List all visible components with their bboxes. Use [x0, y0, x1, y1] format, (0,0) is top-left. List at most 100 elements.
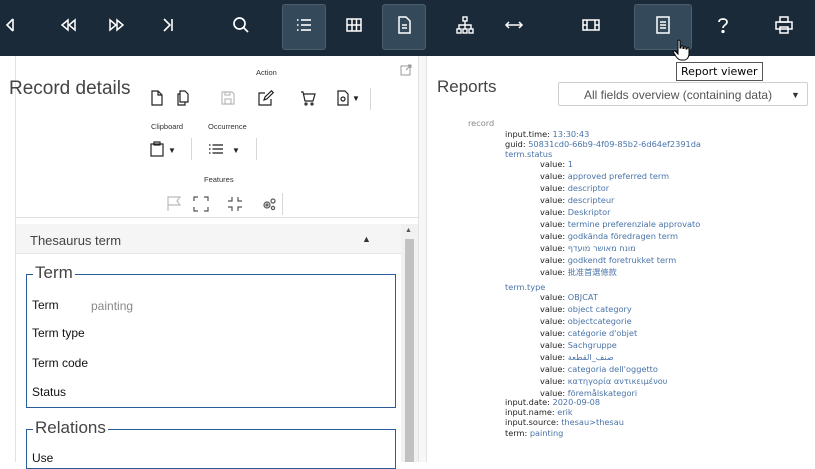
media-viewer-button[interactable] — [569, 4, 613, 50]
panel-splitter[interactable] — [418, 56, 427, 462]
fast-forward-icon — [107, 15, 127, 40]
printer-icon — [774, 15, 794, 40]
field-label-term: Term — [32, 298, 59, 312]
grid-icon — [344, 15, 364, 40]
report-line-input-time: input.time: 13:30:43 — [505, 129, 590, 139]
report-type-selected-value: All fields overview (containing data) — [584, 88, 773, 102]
flag-button[interactable] — [165, 195, 183, 213]
report-line-input-date: input.date: 2020-09-08 — [505, 397, 601, 407]
thesaurus-term-header[interactable]: Thesaurus term ▲ — [16, 224, 401, 254]
help-icon — [713, 15, 733, 40]
collapse-triangle-icon[interactable]: ▲ — [362, 234, 371, 244]
rewind-icon — [58, 15, 78, 40]
occurrence-group-label: Occurrence — [208, 122, 247, 131]
report-value-line: value: OBJCAT — [540, 292, 598, 302]
document-settings-icon — [337, 90, 349, 106]
hierarchy-view-button[interactable] — [443, 4, 487, 50]
scrollbar-thumb[interactable] — [405, 239, 414, 462]
record-tools-dropdown-caret[interactable]: ▼ — [352, 94, 360, 103]
expand-button[interactable] — [492, 4, 536, 50]
term-section-legend: Term — [33, 263, 75, 283]
horizontal-arrows-icon — [504, 15, 524, 40]
collapse-button[interactable] — [226, 195, 244, 213]
skip-last-icon — [158, 15, 178, 40]
report-value-line: value: κατηγορία αντικειμένου — [540, 376, 668, 386]
fullscreen-button[interactable] — [192, 195, 210, 213]
record-tools-button[interactable] — [334, 89, 352, 107]
clipboard-group-label: Clipboard — [151, 122, 184, 131]
scroll-up-arrow-icon[interactable]: ▲ — [405, 227, 412, 234]
report-value-line: value: objectcategorie — [540, 316, 632, 326]
term-fieldset — [26, 274, 396, 408]
document-icon — [394, 15, 414, 40]
report-type-select[interactable]: All fields overview (containing data) ▼ — [558, 82, 808, 106]
action-group-label: Action — [256, 68, 277, 77]
edit-icon — [258, 90, 274, 106]
report-value-line: value: descriptor — [540, 183, 610, 193]
occurrence-dropdown-caret[interactable]: ▼ — [232, 146, 240, 155]
next-record-button[interactable] — [95, 4, 139, 50]
search-button[interactable] — [219, 4, 263, 50]
report-value-line: value: Deskriptor — [540, 207, 611, 217]
new-document-icon — [151, 90, 163, 106]
report-value-line: value: categoria dell'oggetto — [540, 364, 658, 374]
report-value-line: value: catégorie d'objet — [540, 328, 638, 338]
report-viewer-tooltip: Report viewer — [676, 62, 763, 81]
detail-view-button[interactable] — [382, 4, 426, 50]
paste-dropdown-caret[interactable]: ▼ — [168, 146, 176, 155]
new-record-button[interactable] — [148, 89, 166, 107]
occurrence-button[interactable] — [207, 140, 225, 158]
relations-section-legend: Relations — [33, 418, 108, 438]
report-line-input-source: input.source: thesau>thesau — [505, 417, 624, 427]
hierarchy-icon — [455, 15, 475, 40]
print-button[interactable] — [762, 4, 806, 50]
collapse-icon — [228, 197, 242, 211]
clipboard-icon — [150, 141, 164, 157]
add-to-basket-button[interactable] — [299, 89, 317, 107]
record-vertical-scrollbar[interactable]: ▲ — [401, 224, 418, 462]
report-value-line: value: object category — [540, 304, 632, 314]
features-group-label: Features — [204, 175, 234, 184]
field-label-term-type: Term type — [32, 326, 85, 340]
copy-icon — [177, 90, 189, 106]
save-record-button[interactable] — [219, 89, 237, 107]
main-toolbar — [0, 0, 815, 56]
reports-title: Reports — [437, 77, 497, 96]
report-value-line: value: Sachgruppe — [540, 340, 617, 350]
paste-button[interactable] — [148, 140, 166, 158]
thesaurus-term-title: Thesaurus term — [30, 233, 122, 248]
report-line-guid: guid: 50831cd0-66b9-4f09-85b2-6d64ef2391… — [505, 139, 701, 149]
list-view-button[interactable] — [282, 4, 326, 50]
hand-cursor-icon — [672, 39, 690, 61]
separator — [256, 138, 257, 160]
report-line-input-name: input.name: erik — [505, 407, 573, 417]
field-label-use: Use — [32, 451, 54, 465]
report-line-term: term: painting — [505, 428, 564, 438]
chevron-down-icon: ▼ — [791, 90, 800, 100]
report-value-line: value: 批准首選條款 — [540, 267, 617, 277]
settings-button[interactable] — [260, 195, 278, 213]
report-value-line: value: approved preferred term — [540, 171, 670, 181]
report-value-line: value: מונח מאושר מועדף — [540, 243, 636, 253]
list-icon — [294, 15, 314, 40]
edit-record-button[interactable] — [257, 89, 275, 107]
left-gutter — [0, 56, 16, 462]
report-root-tag: record — [468, 118, 495, 128]
report-value-line: value: termine preferenziale approvato — [540, 219, 701, 229]
last-record-button[interactable] — [146, 4, 190, 50]
grid-view-button[interactable] — [332, 4, 376, 50]
help-button[interactable] — [701, 4, 745, 50]
first-record-button[interactable] — [0, 4, 32, 50]
field-label-term-code: Term code — [32, 356, 89, 370]
skip-first-icon — [0, 15, 20, 40]
open-in-new-window-icon[interactable] — [400, 64, 412, 76]
report-group-term-status: term.status — [505, 149, 553, 159]
previous-record-button[interactable] — [46, 4, 90, 50]
separator — [191, 138, 192, 160]
list-icon — [209, 144, 223, 154]
cart-icon — [301, 91, 316, 106]
report-value-line: value: صنف_القطعة — [540, 352, 614, 362]
copy-record-button[interactable] — [174, 89, 192, 107]
field-value-term[interactable]: painting — [91, 299, 133, 313]
separator — [282, 193, 283, 215]
